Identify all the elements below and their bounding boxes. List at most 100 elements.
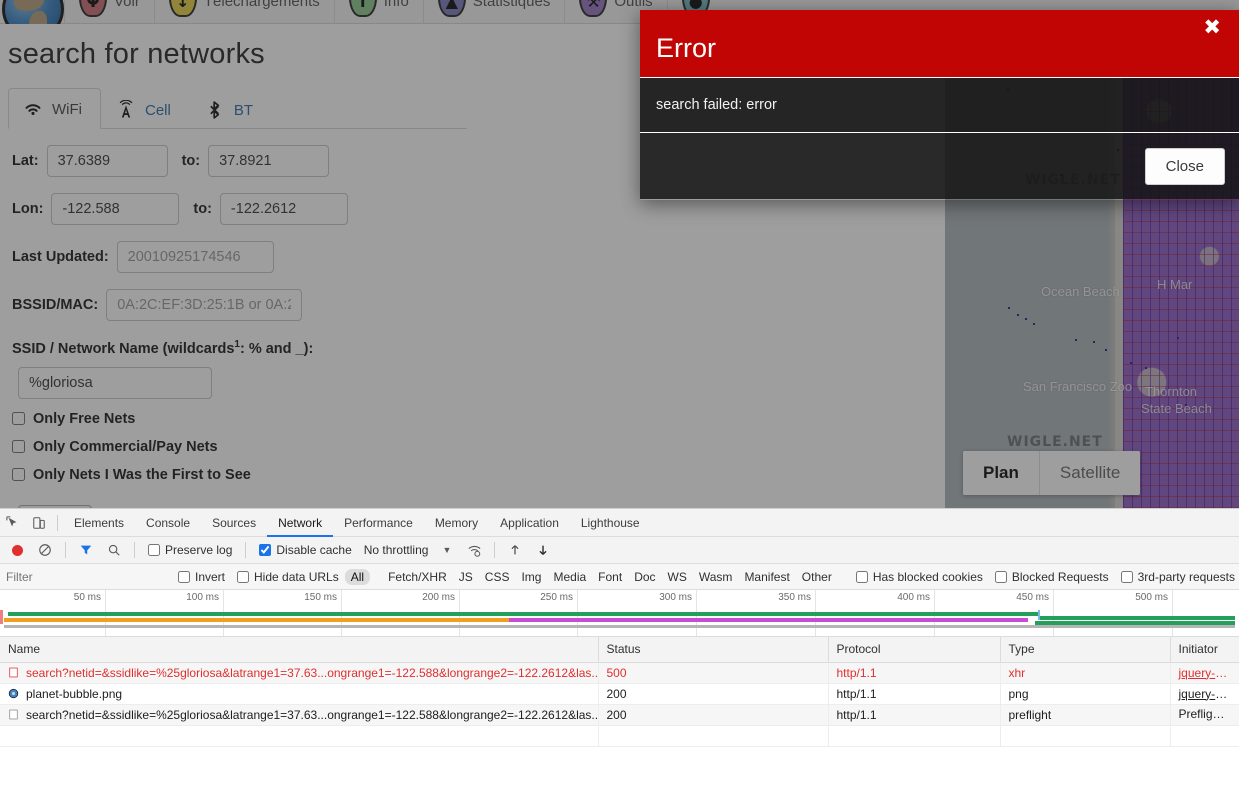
request-name: search?netid=&ssidlike=%25gloriosa&latra… — [26, 707, 598, 722]
network-overview-timeline[interactable]: 50 ms 100 ms 150 ms 200 ms 250 ms 300 ms… — [0, 590, 1239, 637]
tab-sources[interactable]: Sources — [201, 509, 267, 537]
record-stop-icon[interactable] — [4, 537, 30, 563]
filter-type-all[interactable]: All — [344, 568, 371, 585]
filter-type-wasm[interactable]: Wasm — [693, 569, 739, 585]
filter-type-manifest[interactable]: Manifest — [738, 569, 795, 585]
timeline-tick-label: 100 ms — [186, 592, 219, 603]
request-status: 200 — [598, 704, 829, 726]
toolbar-divider — [134, 542, 135, 558]
timeline-request-marker — [1038, 610, 1040, 620]
hide-data-urls-checkbox[interactable]: Hide data URLs — [231, 570, 345, 584]
disable-cache-checkbox[interactable]: Disable cache — [253, 543, 357, 557]
preflight-info-icon[interactable]: ↑ — [1226, 710, 1238, 723]
chevron-down-icon[interactable]: ▼ — [442, 545, 451, 555]
network-filterbar: Invert Hide data URLs All Fetch/XHR JS C… — [0, 564, 1239, 590]
timeline-tick-label: 250 ms — [540, 592, 573, 603]
tab-elements[interactable]: Elements — [63, 509, 135, 537]
has-blocked-cookies-checkbox[interactable]: Has blocked cookies — [850, 570, 989, 584]
toolbar-divider — [245, 542, 247, 558]
timeline-tick-label: 150 ms — [304, 592, 337, 603]
wifi-gear-icon[interactable] — [461, 537, 487, 563]
timeline-bar — [8, 612, 1038, 616]
error-dialog-title: Error — [656, 33, 716, 63]
download-arrow-icon[interactable] — [530, 537, 556, 563]
network-requests-table[interactable]: Name Status Protocol Type Initiator sear… — [0, 637, 1239, 785]
inspect-element-icon[interactable] — [0, 510, 26, 536]
request-initiator[interactable]: jquery-3.4.1 — [1170, 662, 1239, 684]
invert-checkbox[interactable]: Invert — [172, 570, 231, 584]
hide-data-urls-input[interactable] — [237, 570, 250, 583]
close-x-icon[interactable]: ✖ — [1197, 16, 1227, 39]
clear-no-entry-icon[interactable] — [32, 537, 58, 563]
filter-type-doc[interactable]: Doc — [628, 569, 661, 585]
blocked-requests-input[interactable] — [994, 570, 1007, 583]
column-header-status[interactable]: Status — [598, 637, 829, 663]
empty-cell — [1170, 725, 1239, 747]
request-name-cell[interactable]: search?netid=&ssidlike=%25gloriosa&latra… — [0, 704, 599, 726]
initiator-link[interactable]: jquery-3.4.1 — [1179, 666, 1239, 680]
network-toolbar: Preserve log Disable cache No throttling… — [0, 537, 1239, 564]
request-initiator[interactable]: Preflight ↑ — [1170, 704, 1239, 726]
filter-input[interactable] — [0, 567, 160, 586]
filter-type-other[interactable]: Other — [796, 569, 838, 585]
request-initiator[interactable]: jquery-3.4.1 — [1170, 683, 1239, 705]
filter-type-fetch-xhr[interactable]: Fetch/XHR — [382, 569, 453, 585]
filter-type-js[interactable]: JS — [453, 569, 479, 585]
upload-arrow-icon[interactable] — [502, 537, 528, 563]
column-header-type[interactable]: Type — [1000, 637, 1171, 663]
request-name: planet-bubble.png — [26, 686, 123, 701]
funnel-icon[interactable] — [73, 537, 99, 563]
error-dialog-footer: Close — [640, 132, 1239, 199]
search-icon[interactable] — [101, 537, 127, 563]
table-row[interactable]: planet-bubble.png 200 http/1.1 png jquer… — [0, 683, 1239, 705]
throttling-select[interactable]: No throttling — [364, 543, 429, 557]
timeline-tick-label: 350 ms — [778, 592, 811, 603]
request-name-cell[interactable]: planet-bubble.png — [0, 683, 599, 705]
filter-type-ws[interactable]: WS — [662, 569, 693, 585]
column-header-name[interactable]: Name — [0, 637, 599, 663]
tab-performance[interactable]: Performance — [333, 509, 424, 537]
error-dialog-body: search failed: error — [640, 77, 1239, 132]
table-row-empty — [0, 725, 1239, 747]
tab-memory[interactable]: Memory — [424, 509, 489, 537]
preserve-log-label: Preserve log — [165, 543, 233, 557]
device-toolbar-icon[interactable] — [26, 510, 52, 536]
column-header-initiator[interactable]: Initiator — [1170, 637, 1239, 663]
request-protocol: http/1.1 — [828, 683, 1001, 705]
initiator-link[interactable]: jquery-3.4.1 — [1179, 687, 1239, 701]
devtools-tabbar: Elements Console Sources Network Perform… — [0, 509, 1239, 537]
has-blocked-cookies-input[interactable] — [855, 570, 868, 583]
filter-type-img[interactable]: Img — [515, 569, 547, 585]
filter-type-font[interactable]: Font — [592, 569, 628, 585]
column-header-protocol[interactable]: Protocol — [828, 637, 1001, 663]
request-type: xhr — [1000, 662, 1171, 684]
third-party-requests-input[interactable] — [1120, 570, 1133, 583]
toolbar-divider — [494, 542, 496, 558]
hide-data-urls-label: Hide data URLs — [254, 569, 339, 584]
filter-type-css[interactable]: CSS — [479, 569, 516, 585]
invert-input[interactable] — [178, 570, 190, 583]
request-type: preflight — [1000, 704, 1171, 726]
tab-lighthouse[interactable]: Lighthouse — [570, 509, 651, 537]
request-protocol: http/1.1 — [828, 704, 1001, 726]
preserve-log-checkbox[interactable]: Preserve log — [142, 543, 238, 557]
tab-console[interactable]: Console — [135, 509, 201, 537]
tab-network[interactable]: Network — [267, 509, 333, 537]
blocked-requests-checkbox[interactable]: Blocked Requests — [989, 570, 1115, 584]
toolbar-divider — [65, 542, 66, 558]
third-party-requests-label: 3rd-party requests — [1137, 569, 1235, 584]
timeline-bar — [4, 618, 509, 622]
timeline-tick-label: 50 ms — [73, 592, 101, 603]
close-button[interactable]: Close — [1144, 147, 1225, 185]
disable-cache-input[interactable] — [259, 544, 272, 556]
request-name-cell[interactable]: search?netid=&ssidlike=%25gloriosa&latra… — [0, 662, 599, 684]
timeline-bar — [1040, 616, 1235, 620]
image-icon — [8, 688, 19, 699]
timeline-tick-label: 450 ms — [1016, 592, 1049, 603]
preserve-log-input[interactable] — [148, 544, 160, 556]
filter-type-media[interactable]: Media — [547, 569, 592, 585]
table-row[interactable]: search?netid=&ssidlike=%25gloriosa&latra… — [0, 704, 1239, 726]
tab-application[interactable]: Application — [489, 509, 570, 537]
third-party-requests-checkbox[interactable]: 3rd-party requests — [1115, 570, 1239, 584]
table-row[interactable]: search?netid=&ssidlike=%25gloriosa&latra… — [0, 662, 1239, 684]
